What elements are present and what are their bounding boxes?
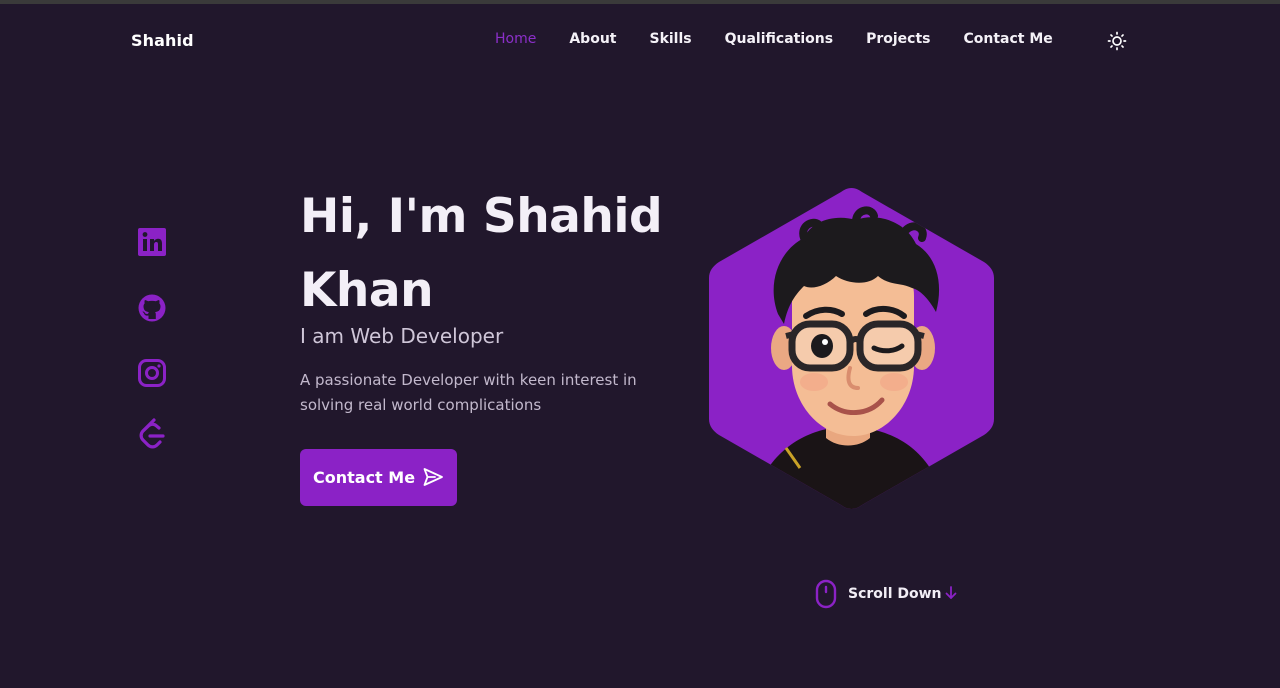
brand-logo[interactable]: Shahid — [131, 31, 194, 50]
leetcode-icon[interactable] — [137, 418, 167, 449]
github-icon[interactable] — [137, 293, 167, 323]
send-icon — [422, 466, 444, 488]
arrow-down-icon — [944, 585, 958, 601]
mouse-icon — [815, 579, 837, 609]
avatar-illustration — [708, 186, 995, 511]
hero-title: Hi, I'm Shahid Khan — [300, 180, 690, 328]
nav-link-home[interactable]: Home — [495, 31, 536, 47]
home-page: Shahid Home About Skills Qualifications … — [0, 0, 1280, 688]
linkedin-icon[interactable] — [137, 227, 167, 257]
nav-link-qualifications[interactable]: Qualifications — [725, 31, 833, 47]
scroll-down-label: Scroll Down — [848, 586, 942, 602]
sun-icon[interactable] — [1107, 31, 1127, 51]
nav-link-contact[interactable]: Contact Me — [963, 31, 1052, 47]
nav-link-skills[interactable]: Skills — [649, 31, 691, 47]
hero-description: A passionate Developer with keen interes… — [300, 371, 637, 414]
instagram-icon[interactable] — [137, 358, 167, 388]
contact-me-button[interactable]: Contact Me — [300, 449, 457, 506]
hero-subtitle: I am Web Developer — [300, 324, 504, 348]
nav-link-about[interactable]: About — [569, 31, 616, 47]
contact-me-label: Contact Me — [313, 468, 416, 487]
top-navigation: Shahid Home About Skills Qualifications … — [0, 4, 1280, 76]
scroll-down-link[interactable]: Scroll Down — [815, 579, 965, 609]
hero-title-line2: Khan — [300, 263, 434, 318]
hero-title-line1: Hi, I'm Shahid — [300, 189, 663, 244]
nav-link-projects[interactable]: Projects — [866, 31, 930, 47]
nav-links: Home About Skills Qualifications Project… — [495, 31, 1053, 47]
